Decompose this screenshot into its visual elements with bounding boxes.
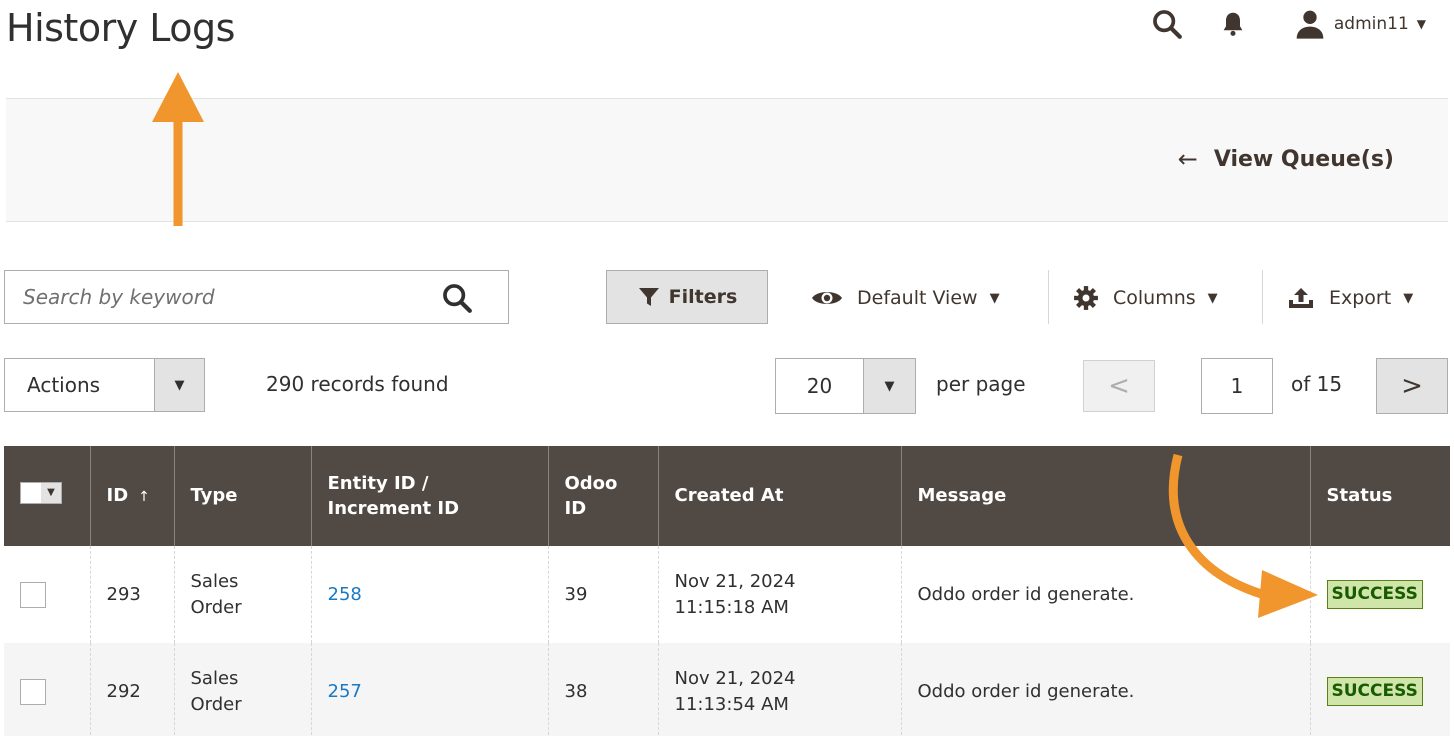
column-header-id[interactable]: ID ↑	[90, 446, 175, 546]
export-dropdown[interactable]: Export ▼	[1287, 276, 1413, 320]
entity-link[interactable]: 258	[328, 584, 362, 605]
row-checkbox[interactable]	[20, 581, 46, 608]
export-icon	[1289, 288, 1313, 308]
column-odoo-label-2: ID	[564, 498, 587, 519]
row-select-cell	[4, 546, 91, 643]
table-row: 293 Sales Order 258 39 Nov 21, 2024 11:15:…	[4, 546, 1450, 643]
cell-message: Oddo order id generate.	[901, 643, 1311, 736]
export-label: Export	[1329, 287, 1392, 309]
cell-created-at: Nov 21, 2024 11:15:18 AM	[658, 546, 902, 643]
chevron-down-icon: ▼	[863, 359, 915, 413]
records-count: 290 records found	[266, 372, 449, 396]
filters-label: Filters	[668, 286, 738, 308]
arrow-left-icon: ←	[1177, 145, 1198, 173]
toolbar-divider	[1262, 270, 1263, 324]
columns-label: Columns	[1113, 287, 1196, 309]
chevron-down-icon: ▼	[154, 359, 204, 411]
status-badge: SUCCESS	[1326, 579, 1423, 610]
page-number-input[interactable]: 1	[1201, 358, 1273, 414]
type-line-1: Sales	[190, 571, 239, 593]
created-time: 11:13:54 AM	[674, 693, 789, 715]
mass-select-checkbox[interactable]: ▼	[20, 481, 62, 504]
eye-icon	[812, 292, 842, 304]
column-entity-label-2: Increment ID	[327, 498, 460, 519]
user-menu[interactable]: admin11 ▼	[1294, 8, 1426, 40]
entity-link[interactable]: 257	[328, 681, 362, 702]
status-badge: SUCCESS	[1326, 676, 1423, 707]
previous-page-button[interactable]: <	[1083, 360, 1155, 412]
next-page-button[interactable]: >	[1376, 358, 1448, 414]
per-page-value: 20	[806, 374, 833, 398]
column-entity-label: Entity ID /	[327, 472, 429, 494]
column-status-label: Status	[1326, 485, 1393, 507]
actions-label: Actions	[27, 373, 101, 397]
search-icon[interactable]	[1150, 7, 1184, 41]
column-id-label: ID	[106, 485, 129, 507]
sort-ascending-icon: ↑	[138, 489, 150, 506]
column-header-type[interactable]: Type	[174, 446, 312, 546]
filter-icon	[638, 288, 659, 306]
type-line-2: Order	[190, 693, 242, 715]
cell-odoo-id: 39	[548, 546, 659, 643]
row-select-cell	[4, 643, 91, 736]
chevron-down-icon: ▼	[989, 290, 1000, 306]
type-line-1: Sales	[190, 668, 239, 690]
toolbar-divider	[1048, 270, 1049, 324]
search-icon[interactable]	[440, 281, 474, 315]
column-header-message[interactable]: Message	[901, 446, 1311, 546]
columns-dropdown[interactable]: Columns ▼	[1073, 276, 1218, 320]
cell-odoo-id: 38	[548, 643, 659, 736]
table-header-row: ▼ ID ↑ Type Entity ID / Increment ID Odoo I…	[4, 446, 1450, 546]
chevron-down-icon: ▼	[1416, 17, 1426, 31]
cell-type: Sales Order	[174, 546, 312, 643]
cell-created-at: Nov 21, 2024 11:13:54 AM	[658, 643, 902, 736]
total-pages-label: of 15	[1291, 372, 1343, 396]
mass-select-column: ▼	[4, 446, 91, 546]
user-icon	[1296, 10, 1324, 39]
column-header-odoo-id[interactable]: Odoo ID	[548, 446, 659, 546]
cell-message: Oddo order id generate.	[901, 546, 1311, 643]
column-header-status[interactable]: Status	[1310, 446, 1450, 546]
chevron-down-icon: ▼	[1207, 290, 1218, 306]
default-view-dropdown[interactable]: Default View ▼	[811, 276, 1000, 320]
column-message-label: Message	[917, 485, 1007, 507]
per-page-select[interactable]: 20 ▼	[775, 358, 916, 414]
page-title: History Logs	[6, 6, 235, 50]
column-odoo-label: Odoo	[564, 472, 618, 494]
username: admin11	[1333, 14, 1409, 34]
bell-icon[interactable]	[1218, 9, 1248, 39]
cell-entity-id: 257	[311, 643, 549, 736]
keyword-search	[4, 270, 509, 324]
created-date: Nov 21, 2024	[674, 668, 796, 690]
view-queue-button[interactable]: ← View Queue(s)	[1178, 145, 1394, 173]
header-actions: admin11 ▼	[1150, 4, 1426, 44]
created-date: Nov 21, 2024	[674, 571, 796, 593]
cell-entity-id: 258	[311, 546, 549, 643]
table-row: 292 Sales Order 257 38 Nov 21, 2024 11:13:…	[4, 643, 1450, 736]
filters-button[interactable]: Filters	[606, 270, 768, 324]
cell-id: 292	[90, 643, 175, 736]
checkbox-box	[21, 482, 41, 503]
cell-type: Sales Order	[174, 643, 312, 736]
gear-icon	[1074, 286, 1098, 310]
per-page-label: per page	[936, 372, 1026, 396]
page-actions-bar: ← View Queue(s)	[6, 98, 1448, 222]
chevron-down-icon: ▼	[41, 482, 61, 503]
history-logs-grid: ▼ ID ↑ Type Entity ID / Increment ID Odoo I…	[4, 446, 1450, 736]
cell-status: SUCCESS	[1310, 546, 1450, 643]
created-time: 11:15:18 AM	[674, 596, 789, 618]
view-queue-label: View Queue(s)	[1213, 146, 1394, 172]
column-type-label: Type	[190, 485, 238, 507]
mass-actions-select[interactable]: Actions ▼	[4, 358, 205, 412]
search-input[interactable]	[5, 271, 425, 323]
default-view-label: Default View	[857, 287, 978, 309]
column-header-entity-id[interactable]: Entity ID / Increment ID	[311, 446, 549, 546]
chevron-down-icon: ▼	[1403, 290, 1414, 306]
cell-id: 293	[90, 546, 175, 643]
type-line-2: Order	[190, 596, 242, 618]
column-header-created-at[interactable]: Created At	[658, 446, 902, 546]
column-created-label: Created At	[674, 485, 784, 507]
row-checkbox[interactable]	[20, 678, 46, 705]
cell-status: SUCCESS	[1310, 643, 1450, 736]
